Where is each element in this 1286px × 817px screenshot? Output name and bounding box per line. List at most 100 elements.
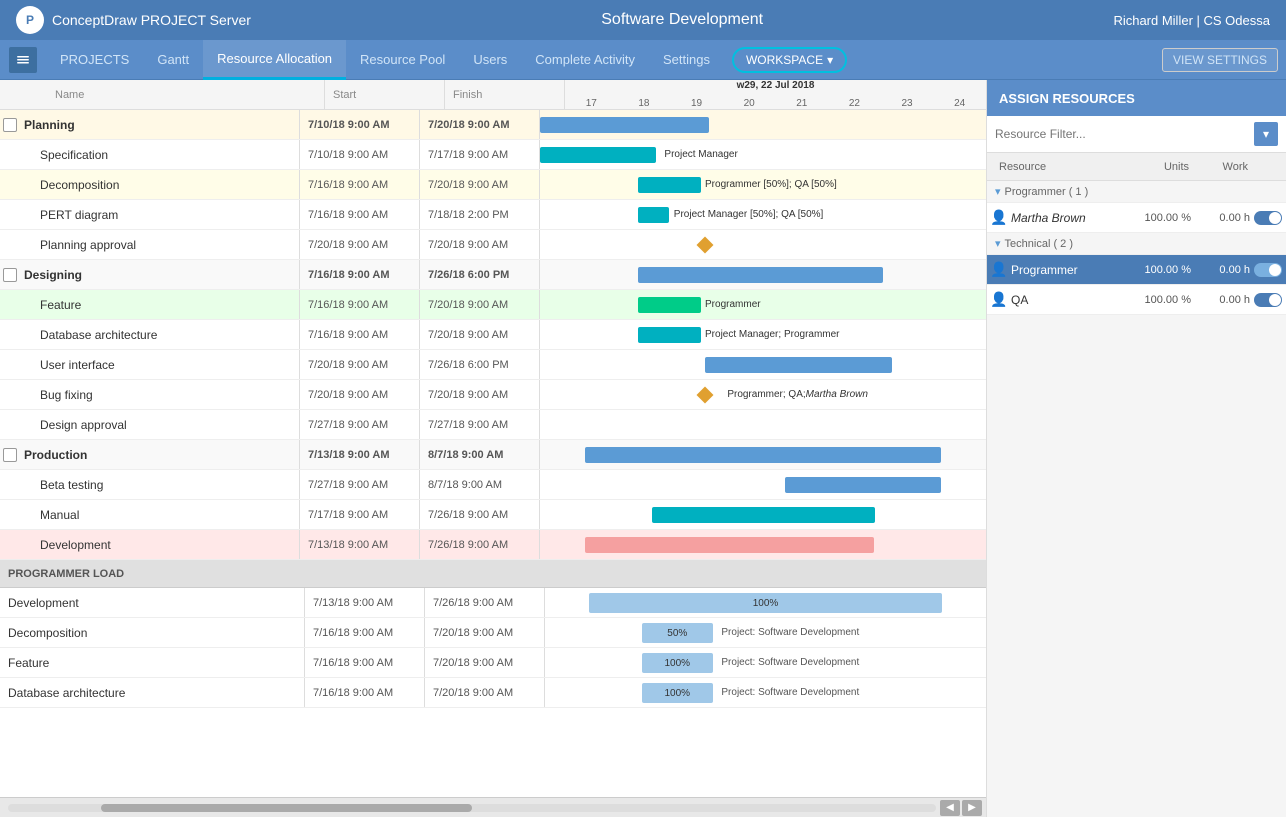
load-task-finish: 7/26/18 9:00 AM xyxy=(425,588,545,617)
row-task-name: Database architecture xyxy=(20,320,300,349)
load-task-name: Database architecture xyxy=(0,678,305,707)
row-chart-area: Programmer [50%]; QA [50%] xyxy=(540,170,986,199)
resource-work: 0.00 h xyxy=(1199,264,1254,276)
row-task-finish: 7/26/18 6:00 PM xyxy=(420,260,540,289)
row-task-finish: 7/20/18 9:00 AM xyxy=(420,230,540,259)
list-item: Decomposition 7/16/18 9:00 AM 7/20/18 9:… xyxy=(0,618,986,648)
resource-name: Programmer xyxy=(1007,263,1129,277)
row-task-start: 7/17/18 9:00 AM xyxy=(300,500,420,529)
resource-item: 👤 Programmer 100.00 % 0.00 h xyxy=(987,255,1286,285)
row-task-name: Specification xyxy=(20,140,300,169)
load-chart-area: 100% Project: Software Development xyxy=(545,648,986,677)
col-work-header: Work xyxy=(1197,161,1252,173)
row-task-start: 7/16/18 9:00 AM xyxy=(300,290,420,319)
col-units-header: Units xyxy=(1127,161,1197,173)
row-task-finish: 7/20/18 9:00 AM xyxy=(420,380,540,409)
row-task-start: 7/13/18 9:00 AM xyxy=(300,530,420,559)
workspace-button[interactable]: WORKSPACE ▾ xyxy=(732,47,847,73)
filter-dropdown-button[interactable]: ▾ xyxy=(1254,122,1278,146)
row-checkbox[interactable] xyxy=(0,448,20,462)
app-header: P ConceptDraw PROJECT Server Software De… xyxy=(0,0,1286,40)
resource-work: 0.00 h xyxy=(1199,212,1254,224)
row-chart-area: Programmer; QA; Martha Brown xyxy=(540,380,986,409)
person-icon: 👤 xyxy=(991,262,1007,278)
home-button[interactable] xyxy=(8,46,38,74)
row-checkbox[interactable] xyxy=(0,268,20,282)
tab-resource-allocation[interactable]: Resource Allocation xyxy=(203,40,346,80)
gantt-body: Planning 7/10/18 9:00 AM 7/20/18 9:00 AM… xyxy=(0,110,986,797)
list-item: Feature 7/16/18 9:00 AM 7/20/18 9:00 AM … xyxy=(0,648,986,678)
resource-group-programmer: ▾ Programmer ( 1 ) xyxy=(987,181,1286,203)
row-task-start: 7/16/18 9:00 AM xyxy=(300,170,420,199)
tab-complete-activity[interactable]: Complete Activity xyxy=(521,40,649,80)
user-info: Richard Miller | CS Odessa xyxy=(1113,13,1270,28)
row-task-name: Feature xyxy=(20,290,300,319)
resource-toggle[interactable] xyxy=(1254,293,1282,307)
load-task-finish: 7/20/18 9:00 AM xyxy=(425,648,545,677)
load-chart-area: 50% Project: Software Development xyxy=(545,618,986,647)
tab-gantt[interactable]: Gantt xyxy=(143,40,203,80)
resource-toggle[interactable] xyxy=(1254,263,1282,277)
resource-units: 100.00 % xyxy=(1129,264,1199,276)
row-checkbox[interactable] xyxy=(0,118,20,132)
table-row: Manual 7/17/18 9:00 AM 7/26/18 9:00 AM xyxy=(0,500,986,530)
table-row: Designing 7/16/18 9:00 AM 7/26/18 6:00 P… xyxy=(0,260,986,290)
load-task-name: Feature xyxy=(0,648,305,677)
tab-resource-pool[interactable]: Resource Pool xyxy=(346,40,459,80)
row-task-name: Development xyxy=(20,530,300,559)
row-task-name: Production xyxy=(20,440,300,469)
row-task-name: Design approval xyxy=(20,410,300,439)
row-task-start: 7/10/18 9:00 AM xyxy=(300,110,420,139)
table-row: Production 7/13/18 9:00 AM 8/7/18 9:00 A… xyxy=(0,440,986,470)
navbar: PROJECTS Gantt Resource Allocation Resou… xyxy=(0,40,1286,80)
table-row: Beta testing 7/27/18 9:00 AM 8/7/18 9:00… xyxy=(0,470,986,500)
row-task-start: 7/20/18 9:00 AM xyxy=(300,350,420,379)
row-task-finish: 7/20/18 9:00 AM xyxy=(420,320,540,349)
table-row: User interface 7/20/18 9:00 AM 7/26/18 6… xyxy=(0,350,986,380)
list-item: Development 7/13/18 9:00 AM 7/26/18 9:00… xyxy=(0,588,986,618)
row-task-name: Planning xyxy=(20,110,300,139)
scroll-left-button[interactable]: ◀ xyxy=(940,800,960,816)
row-chart-area xyxy=(540,230,986,259)
resource-filter-input[interactable] xyxy=(995,127,1254,141)
col-header-start: Start xyxy=(325,80,445,109)
table-row: Database architecture 7/16/18 9:00 AM 7/… xyxy=(0,320,986,350)
row-task-finish: 7/26/18 9:00 AM xyxy=(420,530,540,559)
load-chart-area: 100% xyxy=(545,588,986,617)
row-task-finish: 7/18/18 2:00 PM xyxy=(420,200,540,229)
row-chart-area xyxy=(540,410,986,439)
load-task-start: 7/16/18 9:00 AM xyxy=(305,618,425,647)
table-row: Development 7/13/18 9:00 AM 7/26/18 9:00… xyxy=(0,530,986,560)
load-task-start: 7/16/18 9:00 AM xyxy=(305,678,425,707)
scroll-right-button[interactable]: ▶ xyxy=(962,800,982,816)
resource-toggle[interactable] xyxy=(1254,211,1282,225)
row-chart-area xyxy=(540,500,986,529)
row-chart-area: Project Manager xyxy=(540,140,986,169)
app-name: ConceptDraw PROJECT Server xyxy=(52,12,251,28)
row-task-finish: 7/20/18 9:00 AM xyxy=(420,170,540,199)
resource-work: 0.00 h xyxy=(1199,294,1254,306)
view-settings-button[interactable]: VIEW SETTINGS xyxy=(1162,48,1278,72)
resource-item: 👤 Martha Brown 100.00 % 0.00 h xyxy=(987,203,1286,233)
row-task-name: Decomposition xyxy=(20,170,300,199)
gantt-panel: Name Start Finish w29, 22 Jul 2018 17 18… xyxy=(0,80,986,817)
table-row: Specification 7/10/18 9:00 AM 7/17/18 9:… xyxy=(0,140,986,170)
row-task-name: Bug fixing xyxy=(20,380,300,409)
tab-users[interactable]: Users xyxy=(459,40,521,80)
load-task-start: 7/13/18 9:00 AM xyxy=(305,588,425,617)
row-task-finish: 7/17/18 9:00 AM xyxy=(420,140,540,169)
scrollbar[interactable]: ◀ ▶ xyxy=(0,797,986,817)
tab-projects[interactable]: PROJECTS xyxy=(46,40,143,80)
resource-units: 100.00 % xyxy=(1129,294,1199,306)
row-task-finish: 7/26/18 9:00 AM xyxy=(420,500,540,529)
row-task-name: Designing xyxy=(20,260,300,289)
project-title: Software Development xyxy=(601,11,763,29)
row-task-start: 7/16/18 9:00 AM xyxy=(300,320,420,349)
resource-name: QA xyxy=(1007,293,1129,307)
assign-resources-panel: ASSIGN RESOURCES ▾ Resource Units Work ▾… xyxy=(986,80,1286,817)
tab-settings[interactable]: Settings xyxy=(649,40,724,80)
app-logo: P ConceptDraw PROJECT Server xyxy=(16,6,251,34)
row-task-start: 7/13/18 9:00 AM xyxy=(300,440,420,469)
col-header-finish: Finish xyxy=(445,80,565,109)
table-row: Bug fixing 7/20/18 9:00 AM 7/20/18 9:00 … xyxy=(0,380,986,410)
